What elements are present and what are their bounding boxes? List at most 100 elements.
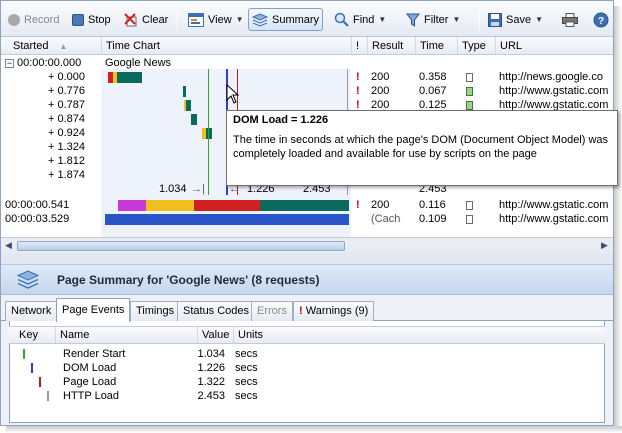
scrollbar-thumb[interactable] xyxy=(17,241,345,251)
list-item[interactable]: HTTP Load 2.453 secs xyxy=(9,389,605,403)
col-warning[interactable]: ! xyxy=(351,37,367,55)
row-time: 0.067 xyxy=(419,85,447,97)
tab-warnings[interactable]: ! Warnings (9) xyxy=(293,301,375,321)
timing-bar-connect xyxy=(146,200,194,211)
render-start-line xyxy=(208,69,209,195)
col-type[interactable]: Type xyxy=(457,37,495,55)
save-menu-button[interactable]: Save ▼ xyxy=(485,8,546,31)
sort-up-icon: ▲ xyxy=(59,42,68,51)
list-item[interactable]: Render Start 1.034 secs xyxy=(9,347,605,361)
chevron-down-icon: ▼ xyxy=(378,15,387,24)
tab-page-events[interactable]: Page Events xyxy=(56,298,131,322)
stop-icon xyxy=(72,13,84,26)
clear-label: Clear xyxy=(142,13,169,26)
list-item[interactable]: DOM Load 1.226 secs xyxy=(9,361,605,375)
summary-tabs: Network Page Events Timings Status Codes… xyxy=(1,295,613,322)
stop-button[interactable]: Stop xyxy=(69,8,114,31)
col-time-chart[interactable]: Time Chart xyxy=(101,37,351,55)
page-summary-title: Page Summary for 'Google News' (8 reques… xyxy=(57,273,320,287)
event-name: HTTP Load xyxy=(63,390,120,402)
timing-bar-receive xyxy=(260,200,349,211)
list-item[interactable]: Page Load 1.322 secs xyxy=(9,375,605,389)
row-result: (Cache) xyxy=(371,213,401,225)
document-icon xyxy=(466,199,478,214)
row-started: + 1.874 xyxy=(47,169,85,181)
filter-menu-button[interactable]: Filter ▼ xyxy=(403,8,463,31)
tab-timings[interactable]: Timings xyxy=(130,301,181,321)
toolbar: Record Stop Clear View ▼ Summary Find ▼ … xyxy=(1,1,613,37)
filter-icon xyxy=(406,13,420,27)
row-started: 00:00:03.529 xyxy=(5,213,70,225)
event-units: secs xyxy=(235,362,258,374)
col-value-label: Value xyxy=(202,329,230,341)
clear-icon xyxy=(124,12,137,26)
record-label: Record xyxy=(24,13,60,26)
chevron-down-icon: ▼ xyxy=(535,15,543,24)
col-started[interactable]: Started ▲ xyxy=(1,37,99,55)
col-time[interactable]: Time xyxy=(415,37,457,55)
col-value[interactable]: Value xyxy=(197,327,233,343)
col-url[interactable]: URL xyxy=(495,37,613,55)
row-warning: ! xyxy=(356,199,360,211)
image-file-icon xyxy=(466,85,478,100)
tab-status-codes-label: Status Codes xyxy=(183,305,250,317)
table-row[interactable]: 00:00:00.541 ! 200 0.116 http://www.gsta… xyxy=(1,199,613,212)
col-key[interactable]: Key xyxy=(9,327,55,343)
mouse-cursor-icon xyxy=(226,84,240,104)
summary-button[interactable]: Summary xyxy=(248,8,324,31)
find-label: Find xyxy=(353,13,375,26)
printer-icon xyxy=(562,12,578,27)
row-started: + 0.874 xyxy=(47,113,85,125)
col-result-label: Result xyxy=(372,40,404,52)
row-started: 00:00:00.541 xyxy=(5,199,70,211)
row-warning: ! xyxy=(356,71,360,83)
table-row[interactable]: + 0.776 ! 200 0.067 http://www.gstatic.c… xyxy=(1,85,613,98)
record-button[interactable]: Record xyxy=(5,8,62,31)
help-button[interactable]: ? xyxy=(590,8,612,31)
col-started-label: Started xyxy=(13,40,49,52)
help-icon: ? xyxy=(593,12,609,27)
collapse-icon[interactable]: − xyxy=(5,59,14,68)
table-row[interactable]: 00:00:03.529 (Cache) 0.109 http://www.gs… xyxy=(1,213,613,226)
col-key-label: Key xyxy=(19,329,38,341)
save-label: Save xyxy=(506,13,532,26)
event-name: Render Start xyxy=(63,348,126,360)
row-result: 200 xyxy=(371,71,390,83)
horizontal-scrollbar[interactable]: ◀ ▶ xyxy=(1,237,613,253)
row-time: 0.358 xyxy=(419,71,447,83)
tab-status-codes[interactable]: Status Codes xyxy=(177,301,256,321)
dom-load-tooltip: DOM Load = 1.226 The time in seconds at … xyxy=(226,110,618,186)
tab-timings-label: Timings xyxy=(136,305,175,317)
find-menu-button[interactable]: Find ▼ xyxy=(331,8,389,31)
timing-bar-dns xyxy=(194,200,260,211)
record-icon xyxy=(8,13,20,26)
row-result: 200 xyxy=(371,85,390,97)
tab-network[interactable]: Network xyxy=(5,301,58,321)
table-row[interactable]: + 0.000 ! 200 0.358 http://news.google.c… xyxy=(1,71,613,84)
tooltip-body: The time in seconds at which the page's … xyxy=(233,134,609,160)
event-value: 1.322 xyxy=(197,376,225,388)
events-header: Key Name Value Units xyxy=(9,326,605,344)
row-started: + 0.924 xyxy=(47,127,85,139)
dom-load-key xyxy=(31,363,33,373)
clear-button[interactable]: Clear xyxy=(121,8,171,31)
event-units: secs xyxy=(235,390,258,402)
print-button[interactable] xyxy=(559,8,581,31)
document-icon xyxy=(466,213,478,228)
view-icon xyxy=(188,12,204,27)
search-icon xyxy=(334,12,349,27)
col-result[interactable]: Result xyxy=(367,37,415,55)
scroll-left-icon[interactable]: ◀ xyxy=(5,240,12,251)
row-started: + 0.787 xyxy=(47,99,85,111)
page-summary-header: Page Summary for 'Google News' (8 reques… xyxy=(1,265,613,295)
tab-warnings-label: Warnings (9) xyxy=(305,305,369,317)
scroll-right-icon[interactable]: ▶ xyxy=(601,240,608,251)
group-row[interactable]: − 00:00:00.000 Google News xyxy=(1,57,613,70)
col-name[interactable]: Name xyxy=(55,327,197,343)
view-menu-button[interactable]: View ▼ xyxy=(185,8,247,31)
pane-splitter[interactable] xyxy=(1,253,613,265)
col-units[interactable]: Units xyxy=(233,327,313,343)
grid-header: Started ▲ Time Chart ! Result Time Type … xyxy=(1,37,613,55)
tab-errors[interactable]: Errors xyxy=(251,301,293,321)
row-url: http://www.gstatic.com xyxy=(499,85,609,97)
